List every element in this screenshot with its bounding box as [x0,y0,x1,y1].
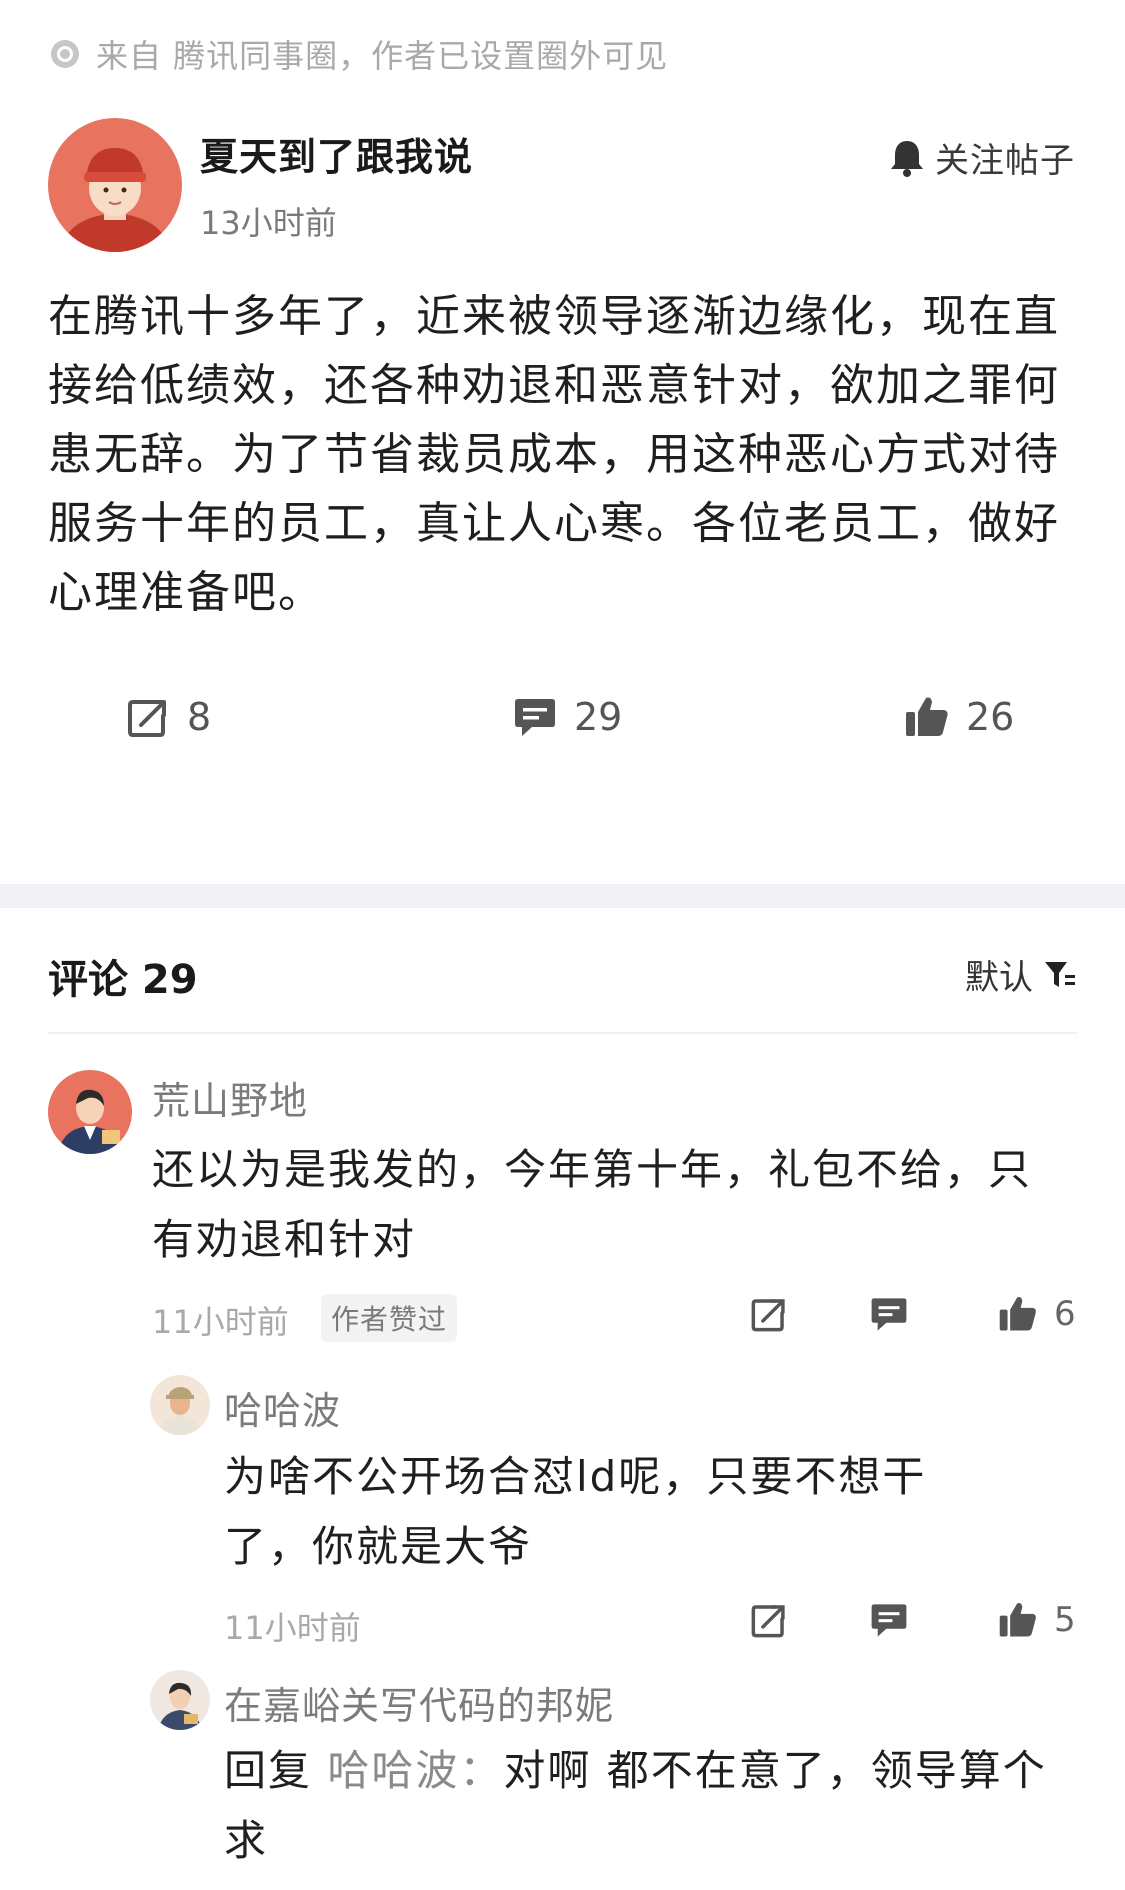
reply-text: 为啥不公开场合怼ld呢，只要不想干了，你就是大爷 [224,1452,927,1571]
comment-avatar[interactable] [48,1070,132,1154]
reply-like-count: 5 [1054,1600,1076,1640]
reply-author-name[interactable]: 哈哈波 [224,1380,341,1435]
reply-time: 11小时前 [224,1609,361,1647]
author-avatar[interactable] [48,118,182,252]
author-name[interactable]: 夏天到了跟我说 [200,126,473,181]
sort-button[interactable]: 默认 [965,950,1077,999]
follow-label: 关注帖子 [935,141,1075,181]
comment-button[interactable]: 29 [512,694,622,740]
avatar-illustration-icon [158,1682,202,1730]
share-icon [128,700,166,737]
reply-text: 回复 哈哈波：对啊 都不在意了，领导算个求 [224,1736,1074,1876]
filter-icon [1045,961,1075,987]
section-divider [0,884,1125,908]
like-button[interactable]: 26 [904,694,1014,740]
reply-target-name[interactable]: 哈哈波： [327,1746,503,1795]
avatar-illustration-icon [58,1089,122,1154]
comment-like-count: 6 [1054,1294,1076,1334]
avatar-illustration-icon [158,1387,202,1435]
reply-avatar[interactable] [150,1375,210,1435]
author-liked-badge: 作者赞过 [321,1294,458,1342]
thumbs-up-icon[interactable] [998,1294,1038,1334]
source-text: 来自 腾讯同事圈，作者已设置圈外可见 [96,37,669,75]
thumbs-up-icon [906,697,948,736]
comment-icon [515,699,555,736]
header-divider [48,1032,1077,1034]
share-count: 8 [187,695,212,739]
comment-text: 还以为是我发的，今年第十年，礼包不给，只有劝退和针对 [152,1145,1033,1264]
comment-count: 29 [574,695,623,739]
follow-post-button[interactable]: 关注帖子 [887,133,1075,182]
comments-title: 评论 29 [48,957,198,1003]
comment-time: 11小时前 [152,1303,289,1341]
comment-icon[interactable] [869,1294,909,1334]
source-line: 来自 腾讯同事圈，作者已设置圈外可见 [48,34,669,75]
comment-icon[interactable] [869,1600,909,1640]
like-count: 26 [966,695,1015,739]
share-icon[interactable] [749,1600,789,1640]
post-body: 在腾讯十多年了，近来被领导逐渐边缘化，现在直接给低绩效，还各种劝退和恶意针对，欲… [48,291,1060,618]
reply-prefix: 回复 [224,1746,328,1795]
post-time: 13小时前 [200,204,337,242]
reply-author-name[interactable]: 在嘉峪关写代码的邦妮 [224,1675,614,1730]
share-icon[interactable] [749,1294,789,1334]
reply-avatar[interactable] [150,1670,210,1730]
bell-icon [891,140,923,177]
commenter-name[interactable]: 荒山野地 [152,1070,308,1125]
share-button[interactable]: 8 [125,694,211,740]
sort-label: 默认 [965,958,1033,998]
avatar-illustration-icon [63,148,167,252]
location-dot-icon [51,40,79,68]
thumbs-up-icon[interactable] [998,1600,1038,1640]
